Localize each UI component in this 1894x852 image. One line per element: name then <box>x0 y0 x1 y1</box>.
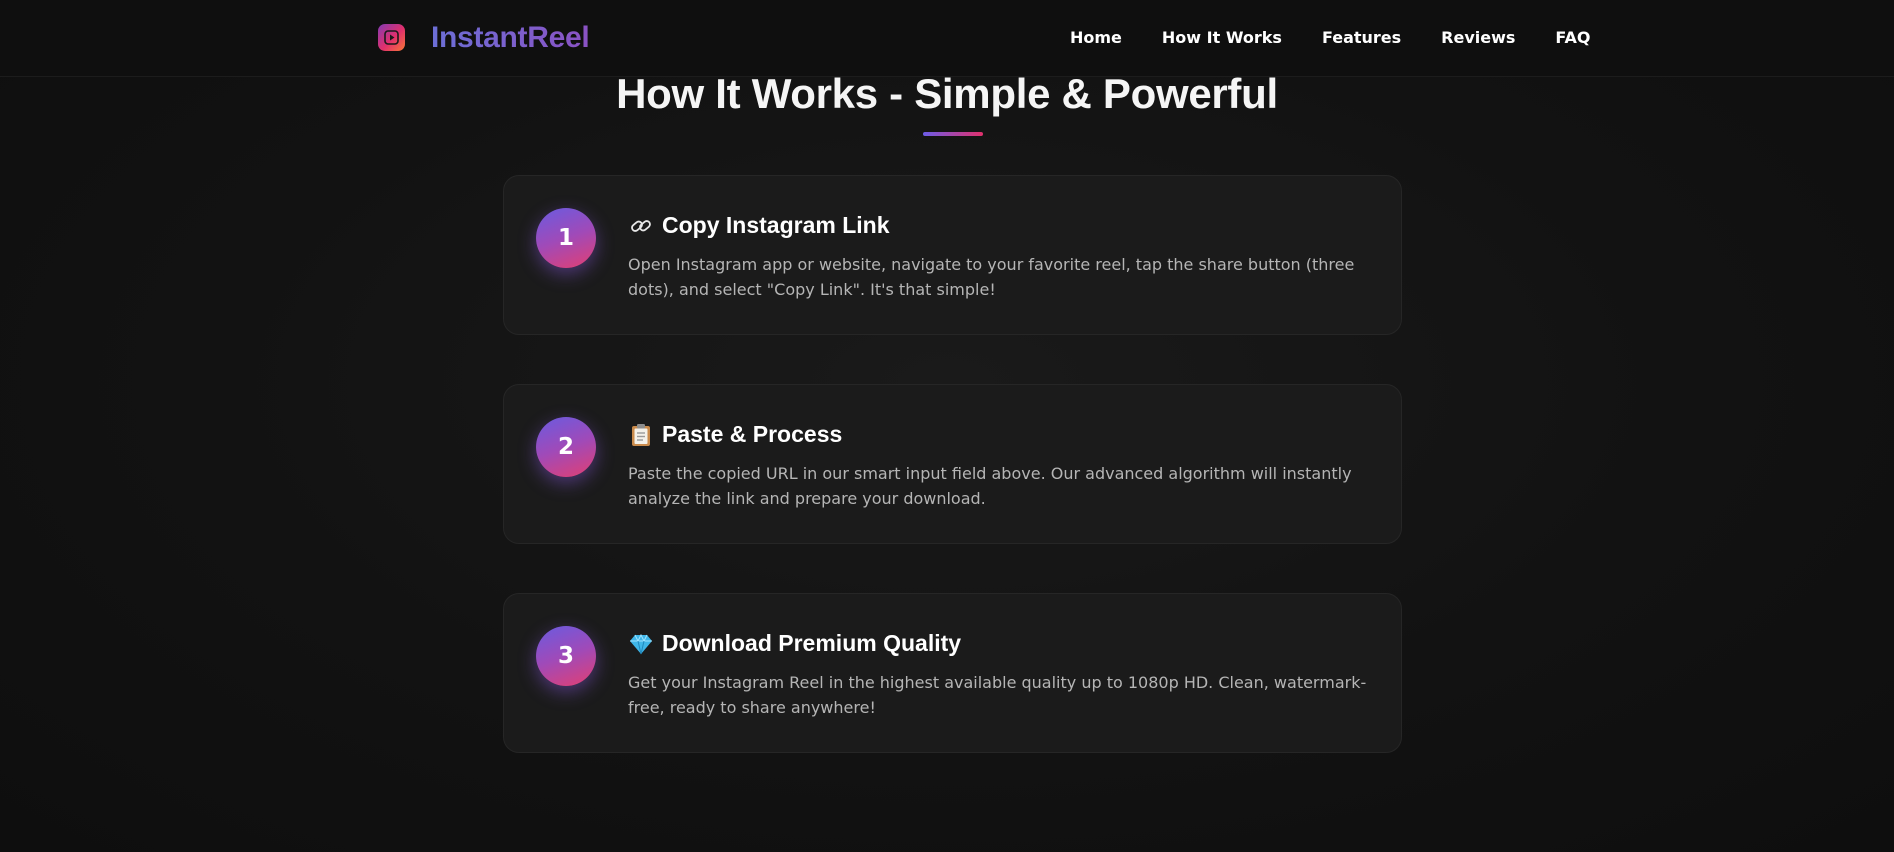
clipboard-icon <box>628 422 654 448</box>
reel-logo-icon <box>378 24 405 51</box>
main-nav: Home How It Works Features Reviews FAQ <box>1070 28 1591 47</box>
step-heading: Download Premium Quality <box>628 630 961 657</box>
title-underline <box>923 132 983 136</box>
nav-link-faq[interactable]: FAQ <box>1555 28 1590 47</box>
brand-logo[interactable]: InstantReel <box>378 21 590 54</box>
link-icon <box>628 213 654 239</box>
step-title: Copy Instagram Link <box>662 212 890 238</box>
gem-icon <box>628 631 654 657</box>
section-title: How It Works - Simple & Powerful <box>616 70 1278 117</box>
step-title: Download Premium Quality <box>662 630 962 656</box>
step-card-1: 1 Copy Instagram Link Open Instagram app… <box>503 175 1402 335</box>
nav-link-home[interactable]: Home <box>1070 28 1122 47</box>
step-card-3: 3 Download Premium Quality Get your Inst… <box>503 593 1402 753</box>
nav-link-how-it-works[interactable]: How It Works <box>1162 28 1282 47</box>
step-card-2: 2 Paste & Process Paste the copied URL i… <box>503 384 1402 544</box>
step-title: Paste & Process <box>662 421 843 447</box>
step-number-badge: 3 <box>536 626 596 686</box>
step-description: Paste the copied URL in our smart input … <box>628 464 1352 508</box>
nav-link-features[interactable]: Features <box>1322 28 1401 47</box>
step-heading: Copy Instagram Link <box>628 212 889 239</box>
nav-link-reviews[interactable]: Reviews <box>1441 28 1515 47</box>
navbar: InstantReel Home How It Works Features R… <box>0 0 1894 77</box>
step-number-badge: 2 <box>536 417 596 477</box>
step-description: Open Instagram app or website, navigate … <box>628 255 1355 299</box>
step-description: Get your Instagram Reel in the highest a… <box>628 673 1367 717</box>
step-number-badge: 1 <box>536 208 596 268</box>
step-heading: Paste & Process <box>628 421 842 448</box>
brand-name: InstantReel <box>431 21 590 54</box>
